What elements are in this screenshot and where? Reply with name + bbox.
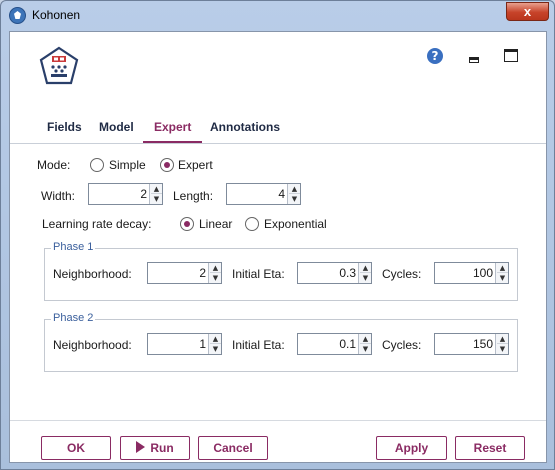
phase1-neighborhood-spinner[interactable]: 2 ▲ ▼ [147,262,222,284]
phase1-eta-value[interactable]: 0.3 [339,266,356,280]
phase2-eta-label: Initial Eta: [232,338,285,352]
title-bar[interactable]: Kohonen x [1,1,554,31]
reset-button[interactable]: Reset [455,436,525,460]
mode-label: Mode: [37,158,71,172]
phase2-cycles-label: Cycles: [382,338,422,352]
phase1-neighborhood-up-icon[interactable]: ▲ [210,263,221,273]
phase2-neighborhood-down-icon[interactable]: ▼ [210,344,221,354]
phase1-cycles-spinner[interactable]: 100 ▲ ▼ [434,262,509,284]
width-down-arrow-icon[interactable]: ▼ [151,194,162,204]
phase2-title: Phase 2 [51,312,96,324]
phase2-neighborhood-spinner[interactable]: 1 ▲ ▼ [147,333,222,355]
play-icon [136,441,146,453]
tab-expert[interactable]: Expert [154,120,191,134]
phase1-cycles-down-icon[interactable]: ▼ [497,273,508,283]
length-spinner[interactable]: 4 ▲ ▼ [226,183,301,205]
width-up-arrow-icon[interactable]: ▲ [151,184,162,194]
run-button-label: Run [150,441,174,455]
decay-exponential-label[interactable]: Exponential [264,217,327,231]
dialog-client: ? Fields Model Expert Annotations Mode: … [9,31,547,463]
app-icon [9,7,26,24]
phase2-cycles-up-icon[interactable]: ▲ [497,334,508,344]
window-title: Kohonen [32,8,81,22]
width-value[interactable]: 2 [140,187,147,201]
decay-exponential-radio[interactable] [245,217,259,231]
phase2-cycles-spinner[interactable]: 150 ▲ ▼ [434,333,509,355]
help-icon[interactable]: ? [427,48,443,64]
phase2-neighborhood-label: Neighborhood: [53,338,132,352]
phase1-neighborhood-label: Neighborhood: [53,267,132,281]
phase1-group: Phase 1 Neighborhood: 2 ▲ ▼ Initial Eta: … [44,241,518,301]
phase2-neighborhood-value[interactable]: 1 [199,337,206,351]
phase2-eta-value[interactable]: 0.1 [339,337,356,351]
tab-divider [10,143,546,144]
dialog-window: Kohonen x ? Fields Model Expert Annotati… [0,0,555,470]
phase1-neighborhood-value[interactable]: 2 [199,266,206,280]
phase2-cycles-down-icon[interactable]: ▼ [497,344,508,354]
phase1-title: Phase 1 [51,241,96,253]
tab-model[interactable]: Model [99,120,134,134]
mode-expert-radio[interactable] [160,158,174,172]
mode-simple-label[interactable]: Simple [109,158,146,172]
phase1-neighborhood-down-icon[interactable]: ▼ [210,273,221,283]
phase2-cycles-value[interactable]: 150 [473,337,493,351]
width-label: Width: [41,189,76,203]
phase1-eta-up-icon[interactable]: ▲ [360,263,371,273]
mode-expert-label[interactable]: Expert [178,158,213,172]
length-up-arrow-icon[interactable]: ▲ [289,184,300,194]
phase1-cycles-label: Cycles: [382,267,422,281]
length-value[interactable]: 4 [278,187,285,201]
phase2-eta-up-icon[interactable]: ▲ [360,334,371,344]
run-button[interactable]: Run [120,436,190,460]
phase2-eta-down-icon[interactable]: ▼ [360,344,371,354]
length-label: Length: [173,189,214,203]
ok-button[interactable]: OK [41,436,111,460]
tab-bar: Fields Model Expert Annotations [10,114,546,144]
width-spinner[interactable]: 2 ▲ ▼ [88,183,163,205]
decay-linear-radio[interactable] [180,217,194,231]
phase1-eta-label: Initial Eta: [232,267,285,281]
decay-linear-label[interactable]: Linear [199,217,232,231]
button-bar-divider [10,420,546,421]
tab-annotations[interactable]: Annotations [210,120,280,134]
phase1-cycles-value[interactable]: 100 [473,266,493,280]
decay-label: Learning rate decay: [42,217,152,231]
close-button[interactable]: x [506,2,549,21]
phase1-eta-down-icon[interactable]: ▼ [360,273,371,283]
tab-fields[interactable]: Fields [47,120,82,134]
minimize-icon[interactable] [469,57,479,63]
cancel-button[interactable]: Cancel [198,436,268,460]
phase2-neighborhood-up-icon[interactable]: ▲ [210,334,221,344]
phase1-cycles-up-icon[interactable]: ▲ [497,263,508,273]
phase2-group: Phase 2 Neighborhood: 1 ▲ ▼ Initial Eta: … [44,312,518,372]
phase1-eta-spinner[interactable]: 0.3 ▲ ▼ [297,262,372,284]
maximize-icon[interactable] [504,49,518,62]
phase2-eta-spinner[interactable]: 0.1 ▲ ▼ [297,333,372,355]
kohonen-node-icon [39,46,79,85]
apply-button[interactable]: Apply [376,436,447,460]
length-down-arrow-icon[interactable]: ▼ [289,194,300,204]
mode-simple-radio[interactable] [90,158,104,172]
